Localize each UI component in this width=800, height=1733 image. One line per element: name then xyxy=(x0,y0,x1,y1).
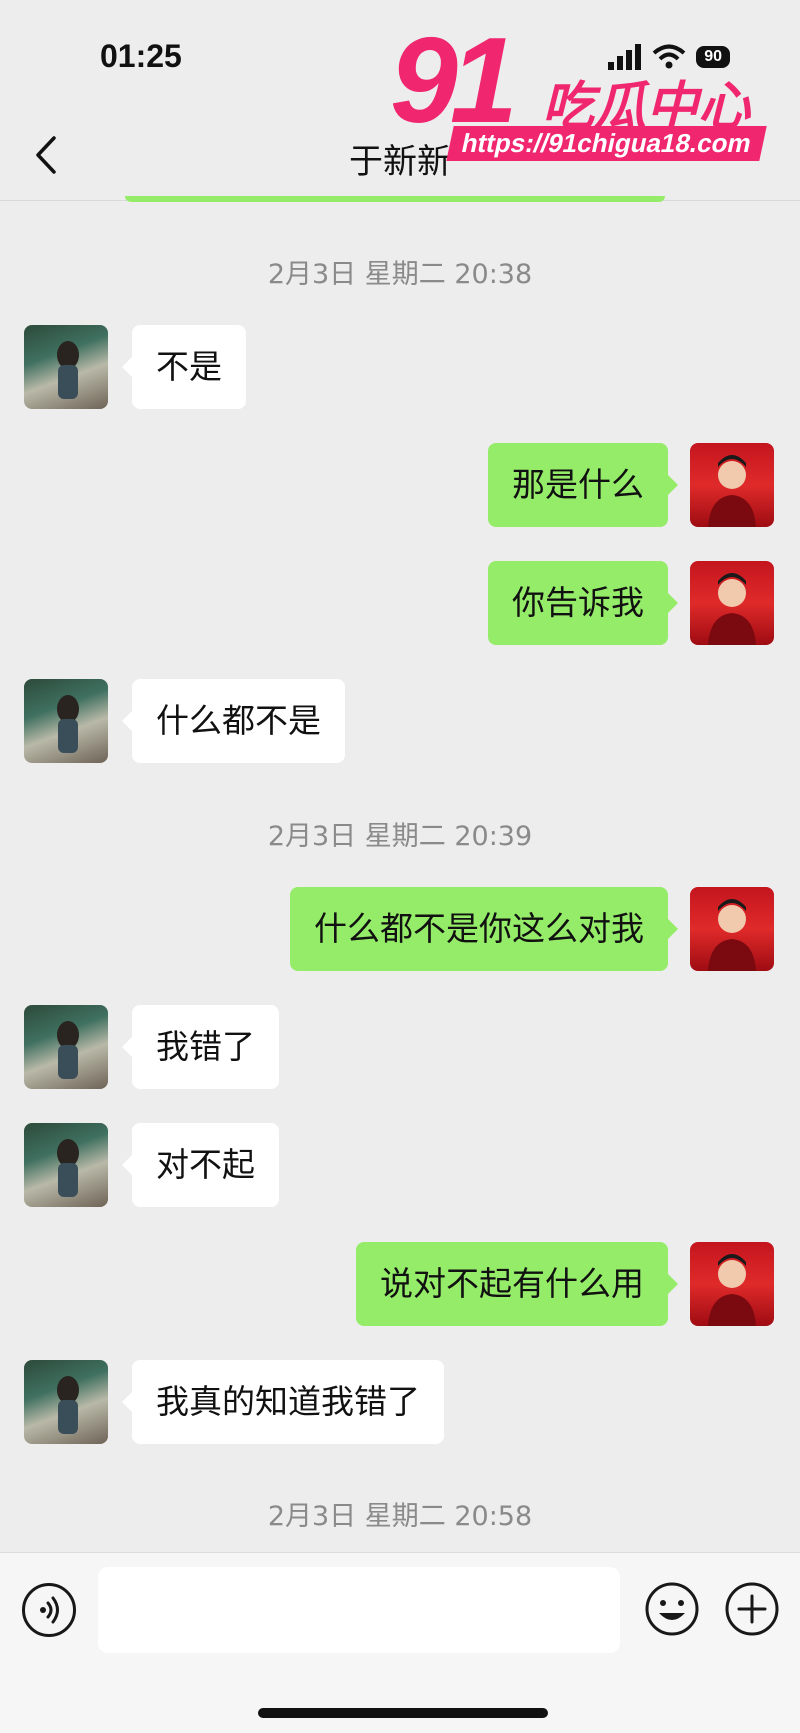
plus-icon xyxy=(725,1582,779,1636)
message-bubble-incoming[interactable]: 我真的知道我错了 xyxy=(122,1360,444,1444)
more-button[interactable] xyxy=(724,1581,780,1637)
contact-avatar[interactable] xyxy=(24,679,108,763)
input-bar xyxy=(0,1552,800,1733)
message-bubble-outgoing[interactable]: 说对不起有什么用 xyxy=(356,1242,678,1326)
my-avatar[interactable] xyxy=(690,561,774,645)
timestamp: 2月3日 星期二 20:39 xyxy=(267,821,533,852)
emoji-icon xyxy=(645,1582,699,1636)
message-bubble-incoming[interactable]: 对不起 xyxy=(122,1123,279,1207)
message-bubble-outgoing[interactable]: 什么都不是你这么对我 xyxy=(290,887,678,971)
contact-avatar[interactable] xyxy=(24,1360,108,1444)
emoji-button[interactable] xyxy=(644,1581,700,1637)
my-avatar[interactable] xyxy=(690,887,774,971)
home-indicator[interactable] xyxy=(258,1708,548,1718)
status-time: 01:25 xyxy=(100,38,182,74)
my-avatar[interactable] xyxy=(690,1242,774,1326)
watermark-logo: 91 吃瓜中心 https://91chigua18.com xyxy=(390,12,780,168)
watermark-url: https://91chigua18.com xyxy=(446,126,767,161)
contact-avatar[interactable] xyxy=(24,1005,108,1089)
contact-avatar[interactable] xyxy=(24,1123,108,1207)
voice-icon xyxy=(40,1596,59,1624)
timestamp: 2月3日 星期二 20:58 xyxy=(267,1501,533,1532)
voice-button[interactable] xyxy=(22,1583,76,1637)
message-bubble-outgoing[interactable]: 那是什么 xyxy=(488,443,678,527)
message-bubble-incoming[interactable]: 不是 xyxy=(122,325,246,409)
contact-avatar[interactable] xyxy=(24,325,108,409)
previous-bubble-edge xyxy=(125,196,665,202)
message-bubble-incoming[interactable]: 我错了 xyxy=(122,1005,279,1089)
message-bubble-incoming[interactable]: 什么都不是 xyxy=(122,679,345,763)
message-input[interactable] xyxy=(98,1567,620,1653)
message-bubble-outgoing[interactable]: 你告诉我 xyxy=(488,561,678,645)
my-avatar[interactable] xyxy=(690,443,774,527)
timestamp: 2月3日 星期二 20:38 xyxy=(267,259,533,290)
